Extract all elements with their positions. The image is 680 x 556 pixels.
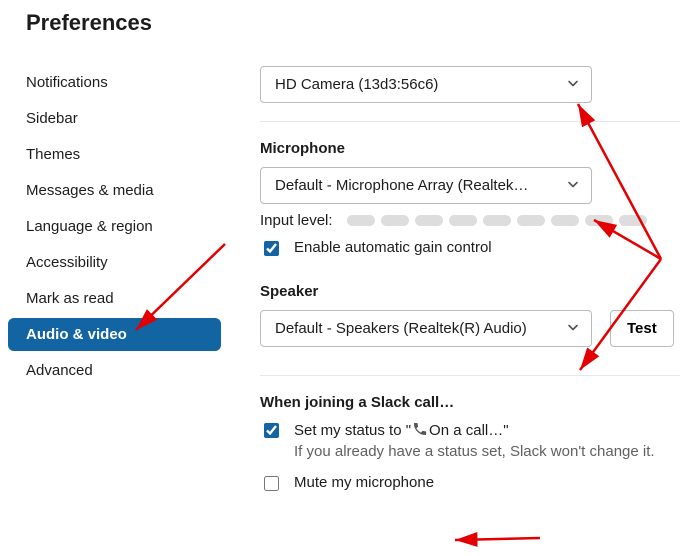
page-title: Preferences — [0, 0, 680, 44]
chevron-down-icon — [567, 177, 579, 194]
chevron-down-icon — [567, 76, 579, 93]
sidebar-item-messages-media[interactable]: Messages & media — [8, 174, 221, 207]
mute-mic-label: Mute my microphone — [294, 474, 434, 491]
gain-control-checkbox[interactable] — [264, 241, 279, 256]
divider — [260, 121, 680, 122]
camera-selected-value: HD Camera (13d3:56c6) — [275, 76, 438, 93]
chevron-down-icon — [567, 320, 579, 337]
set-status-note: If you already have a status set, Slack … — [294, 443, 655, 460]
speaker-heading: Speaker — [260, 283, 680, 300]
sidebar-item-advanced[interactable]: Advanced — [8, 354, 221, 387]
sidebar-item-language-region[interactable]: Language & region — [8, 210, 221, 243]
speaker-test-button[interactable]: Test — [610, 310, 674, 347]
content-pane: HD Camera (13d3:56c6) Microphone Default… — [229, 44, 680, 494]
input-level-label: Input level: — [260, 212, 333, 229]
mute-mic-checkbox[interactable] — [264, 476, 279, 491]
sidebar-item-accessibility[interactable]: Accessibility — [8, 246, 221, 279]
divider — [260, 375, 680, 376]
microphone-heading: Microphone — [260, 140, 680, 157]
speaker-select[interactable]: Default - Speakers (Realtek(R) Audio) — [260, 310, 592, 347]
microphone-selected-value: Default - Microphone Array (Realtek… — [275, 177, 528, 194]
sidebar-item-sidebar[interactable]: Sidebar — [8, 102, 221, 135]
speaker-selected-value: Default - Speakers (Realtek(R) Audio) — [275, 320, 527, 337]
camera-select[interactable]: HD Camera (13d3:56c6) — [260, 66, 592, 103]
sidebar-item-mark-as-read[interactable]: Mark as read — [8, 282, 221, 315]
sidebar: Notifications Sidebar Themes Messages & … — [0, 44, 229, 494]
gain-control-label: Enable automatic gain control — [294, 239, 492, 256]
set-status-label: Set my status to "On a call…" — [294, 421, 655, 441]
sidebar-item-themes[interactable]: Themes — [8, 138, 221, 171]
sidebar-item-notifications[interactable]: Notifications — [8, 66, 221, 99]
set-status-checkbox[interactable] — [264, 423, 279, 438]
joining-heading: When joining a Slack call… — [260, 394, 680, 411]
phone-icon — [412, 421, 428, 441]
microphone-select[interactable]: Default - Microphone Array (Realtek… — [260, 167, 592, 204]
input-level-meter — [347, 215, 647, 226]
sidebar-item-audio-video[interactable]: Audio & video — [8, 318, 221, 351]
